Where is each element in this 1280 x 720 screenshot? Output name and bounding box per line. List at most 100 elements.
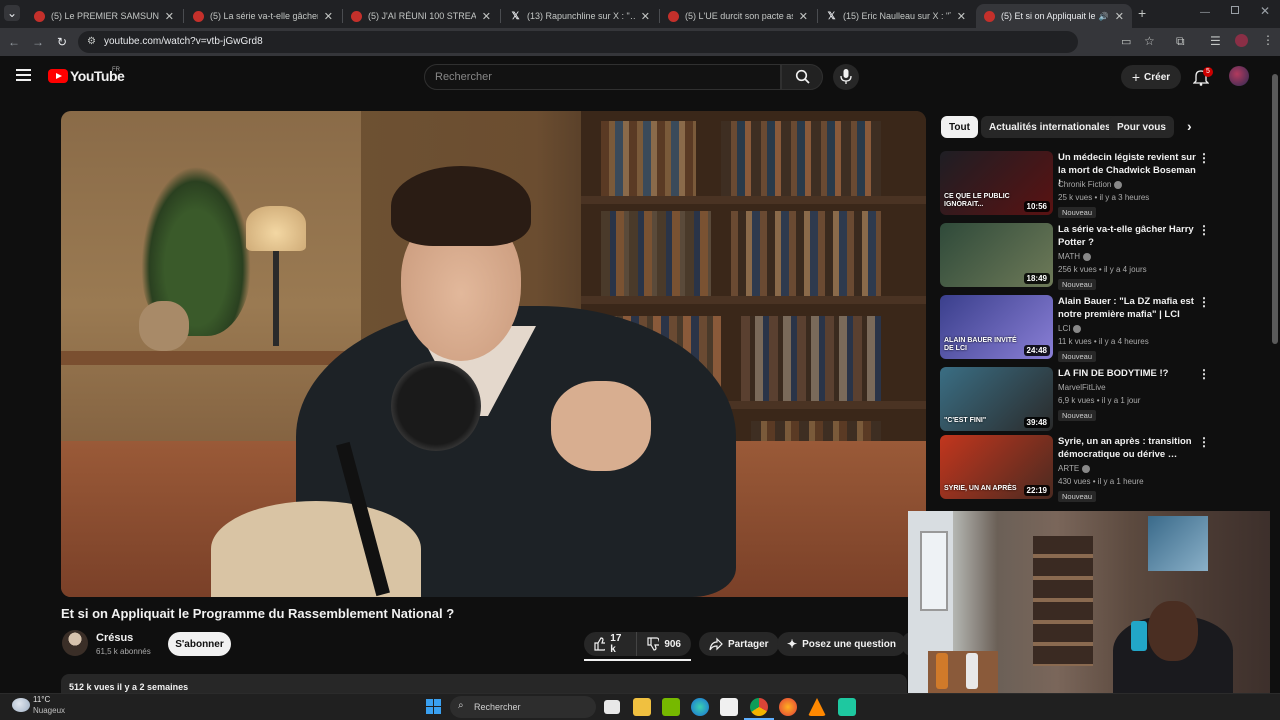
extensions-icon[interactable]: ⧉ [1176, 34, 1185, 49]
recommended-video-title[interactable]: LA FIN DE BODYTIME !? [1058, 367, 1198, 380]
media-controls-icon[interactable]: ☰ [1210, 34, 1221, 48]
weather-description[interactable]: Nuageux [33, 706, 65, 715]
vlc-icon[interactable] [808, 698, 826, 716]
chip-pour-vous[interactable]: Pour vous [1109, 116, 1174, 138]
search-input[interactable]: Rechercher [424, 64, 781, 90]
recommended-video-title[interactable]: Alain Bauer : "La DZ mafia est notre pre… [1058, 295, 1198, 321]
browser-tab[interactable]: (5) La série va-t-elle gâcher Har… ✕ [185, 4, 341, 28]
tab-close-icon[interactable]: ✕ [641, 10, 650, 23]
edge-icon[interactable] [691, 698, 709, 716]
minimize-button[interactable]: — [1200, 7, 1210, 18]
separator-dot: • [1090, 477, 1098, 486]
recommended-channel[interactable]: ARTE [1058, 464, 1091, 473]
search-icon [795, 69, 810, 84]
dislike-button[interactable]: 906 [637, 632, 691, 656]
browser-tab[interactable]: (5) Le PREMIER SAMSUNG qui … ✕ [26, 4, 182, 28]
create-button[interactable]: + Créer [1121, 65, 1181, 89]
youtube-header: YouTube FR Rechercher + Créer 5 [0, 56, 1270, 98]
chrome-icon[interactable] [750, 698, 768, 716]
maximize-button[interactable] [1231, 6, 1239, 14]
browser-menu-icon[interactable]: ⋮ [1262, 33, 1274, 47]
video-thumbnail[interactable]: ALAIN BAUER INVITÉ DE LCI 24:48 [940, 295, 1053, 359]
tab-close-icon[interactable]: ✕ [1115, 10, 1124, 23]
account-avatar[interactable] [1229, 66, 1249, 86]
voice-search-button[interactable] [833, 64, 859, 90]
more-options-icon[interactable]: ⋮ [1198, 224, 1210, 236]
recommended-channel[interactable]: Chronik Fiction [1058, 180, 1123, 189]
store-icon[interactable] [720, 698, 738, 716]
tab-close-icon[interactable]: ✕ [482, 10, 491, 23]
close-window-button[interactable]: ✕ [1260, 4, 1270, 18]
browser-tab[interactable]: 𝕏 (13) Rapunchline sur X : "…" Wi… ✕ [502, 4, 658, 28]
reload-icon[interactable]: ↻ [54, 34, 70, 50]
tab-close-icon[interactable]: ✕ [799, 10, 808, 23]
video-person-leg [211, 501, 421, 597]
recommended-channel-name: MarvelFitLive [1058, 383, 1106, 392]
browser-tab[interactable]: (5) Et si on Appliquait le Pr… 🔊 ✕ [976, 4, 1132, 28]
forward-arrow-icon[interactable]: → [30, 34, 46, 50]
hamburger-menu-icon[interactable] [16, 69, 31, 81]
recommended-channel[interactable]: MATH [1058, 252, 1092, 261]
recommended-video-title[interactable]: Syrie, un an après : transition démocrat… [1058, 435, 1198, 461]
page-scrollbar[interactable] [1270, 56, 1280, 693]
recommended-video[interactable]: "C'EST FINI" 39:48 LA FIN DE BODYTIME !? Ma… [940, 367, 1215, 433]
more-options-icon[interactable]: ⋮ [1198, 436, 1210, 448]
site-info-icon[interactable]: ⚙ [87, 36, 96, 47]
firefox-icon[interactable] [779, 698, 797, 716]
nvidia-icon[interactable] [662, 698, 680, 716]
back-arrow-icon[interactable]: ← [6, 34, 22, 50]
file-explorer-icon[interactable] [633, 698, 651, 716]
more-options-icon[interactable]: ⋮ [1198, 296, 1210, 308]
share-button[interactable]: Partager [699, 632, 779, 656]
create-label: Créer [1144, 71, 1171, 83]
speaker-icon[interactable]: 🔊 [1099, 12, 1109, 21]
like-button[interactable]: 17 k [584, 632, 637, 656]
task-view-icon[interactable] [604, 700, 620, 714]
recommended-video-title[interactable]: La série va-t-elle gâcher Harry Potter ? [1058, 223, 1198, 249]
recommended-channel[interactable]: MarvelFitLive [1058, 383, 1106, 392]
recommended-video[interactable]: ALAIN BAUER INVITÉ DE LCI 24:48 Alain Baue… [940, 295, 1215, 362]
recommended-channel[interactable]: LCI [1058, 324, 1082, 333]
bookmark-star-icon[interactable]: ☆ [1144, 34, 1155, 48]
tab-close-icon[interactable]: ✕ [165, 10, 174, 23]
scrollbar-thumb[interactable] [1272, 74, 1278, 344]
tab-close-icon[interactable]: ✕ [957, 10, 966, 23]
tab-close-icon[interactable]: ✕ [324, 10, 333, 23]
taskbar-search[interactable]: ⌕ Rechercher [450, 696, 596, 718]
tab-search-button[interactable]: ⌄ [4, 5, 20, 21]
video-thumbnail[interactable]: "C'EST FINI" 39:48 [940, 367, 1053, 431]
browser-tab[interactable]: 𝕏 (15) Eric Naulleau sur X : "Tandi… ✕ [818, 4, 974, 28]
channel-avatar[interactable] [62, 630, 88, 656]
video-thumbnail[interactable]: SYRIE, UN AN APRÈS 22:19 [940, 435, 1053, 499]
url-text[interactable]: youtube.com/watch?v=vtb-jGwGrd8 [104, 36, 263, 47]
app-icon[interactable] [838, 698, 856, 716]
browser-tab[interactable]: (5) L'UE durcit son pacte asile e… ✕ [660, 4, 816, 28]
chevron-right-icon[interactable]: › [1187, 118, 1192, 134]
search-button[interactable] [781, 64, 823, 90]
chip-actualites-internationales[interactable]: Actualités internationales [981, 116, 1119, 138]
ask-question-button[interactable]: ✦ Posez une question [777, 632, 906, 656]
subscribe-button[interactable]: S'abonner [168, 632, 231, 656]
video-player[interactable] [61, 111, 926, 597]
cloud-weather-icon[interactable] [12, 698, 30, 712]
more-options-icon[interactable]: ⋮ [1198, 152, 1210, 164]
omnibox[interactable]: ⚙ youtube.com/watch?v=vtb-jGwGrd8 ▭ ☆ [78, 31, 1155, 53]
video-thumbnail[interactable]: 18:49 [940, 223, 1053, 287]
search-icon: ⌕ [458, 700, 464, 711]
recommended-video[interactable]: SYRIE, UN AN APRÈS 22:19 Syrie, un an aprè… [940, 435, 1215, 502]
weather-temperature[interactable]: 11°C [33, 695, 50, 704]
new-tab-button[interactable]: + [1138, 5, 1146, 21]
recommended-video[interactable]: 18:49 La série va-t-elle gâcher Harry Pot… [940, 223, 1215, 290]
browser-tab[interactable]: (5) J'AI RÉUNI 100 STREAMERS… ✕ [343, 4, 499, 28]
more-options-icon[interactable]: ⋮ [1198, 368, 1210, 380]
description-box[interactable]: 512 k vues il y a 2 semaines [61, 674, 907, 694]
profile-avatar-icon[interactable] [1235, 34, 1248, 47]
recommended-video[interactable]: CE QUE LE PUBLIC IGNORAIT... 10:56 Un méde… [940, 151, 1215, 218]
tab-title: (5) L'UE durcit son pacte asile e… [685, 11, 793, 21]
windows-start-icon[interactable] [426, 699, 441, 714]
chip-tout[interactable]: Tout [941, 116, 978, 138]
install-app-icon[interactable]: ▭ [1121, 35, 1131, 48]
video-thumbnail[interactable]: CE QUE LE PUBLIC IGNORAIT... 10:56 [940, 151, 1053, 215]
youtube-logo-icon[interactable] [48, 69, 68, 83]
channel-name[interactable]: Crésus [96, 632, 133, 644]
